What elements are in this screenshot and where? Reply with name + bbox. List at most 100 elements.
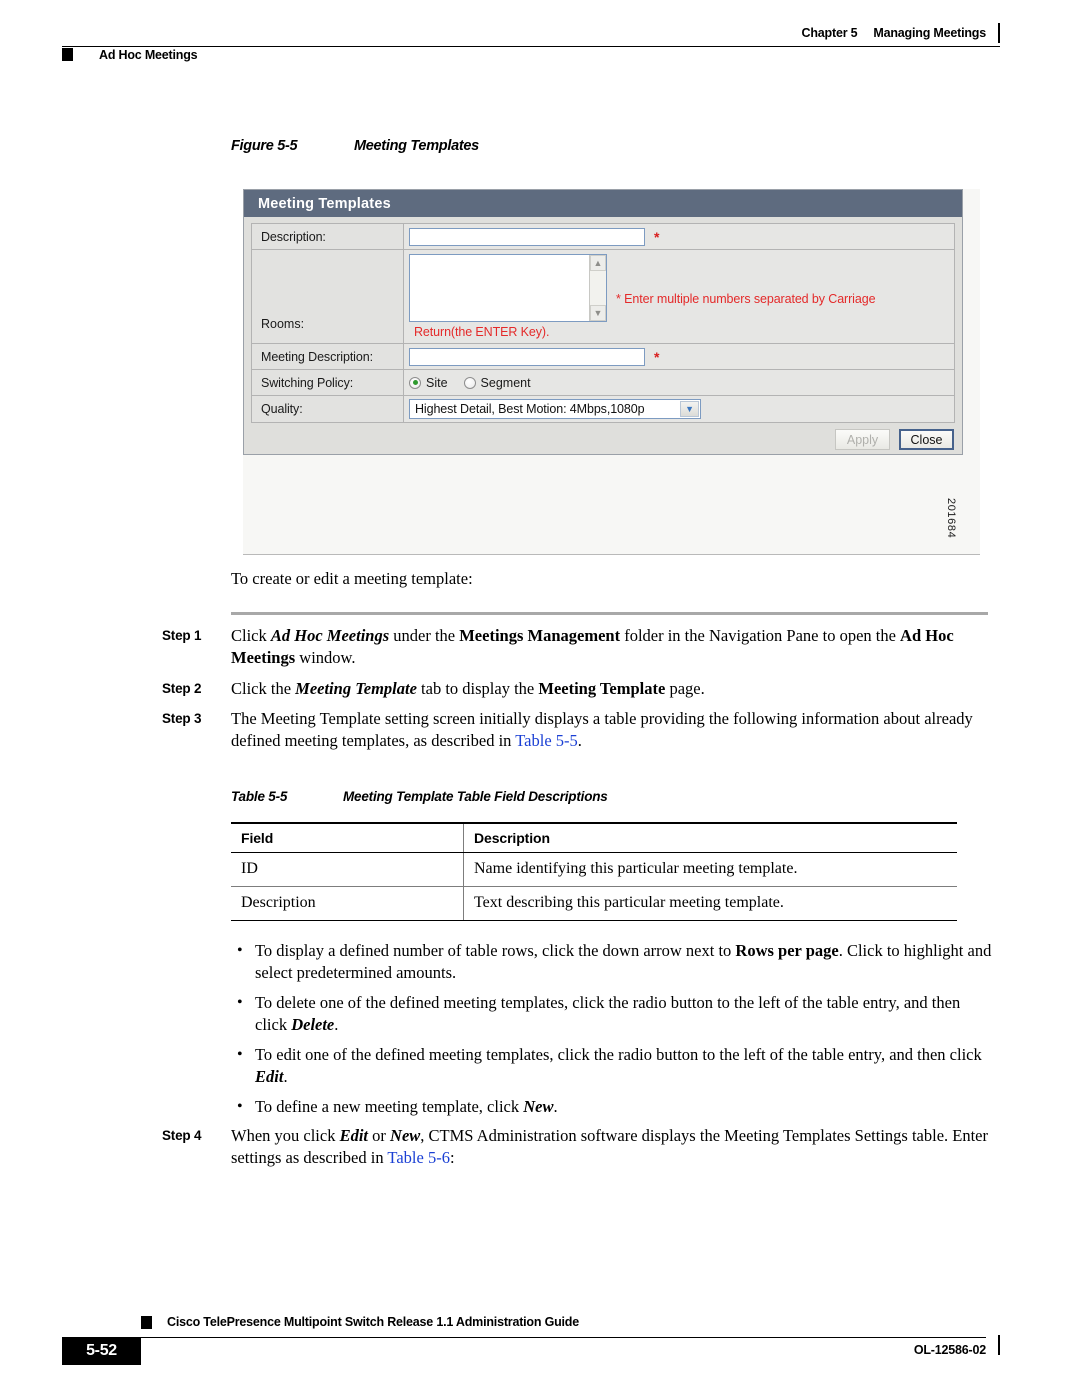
radio-option-segment[interactable]: Segment <box>463 376 531 390</box>
bullet-marker: • <box>237 1098 243 1115</box>
quality-label: Quality: <box>252 396 404 422</box>
footer-document-number: OL-12586-02 <box>913 1343 986 1357</box>
header-section-label: Ad Hoc Meetings <box>99 48 198 62</box>
figure-caption-title: Meeting Templates <box>354 138 479 154</box>
form-row-switching-policy: Switching Policy: Site Segment <box>252 370 954 396</box>
rooms-field-cell: ▲ ▼ * Enter multiple numbers separated b… <box>404 250 954 343</box>
step-3: Step 3 The Meeting Template setting scre… <box>162 708 992 753</box>
header-chapter-info: Chapter 5 Managing Meetings <box>802 26 987 40</box>
switching-policy-field-cell: Site Segment <box>404 370 954 395</box>
step-3-number: Step 3 <box>162 711 202 726</box>
table-row: Description Text describing this particu… <box>231 886 957 921</box>
list-item: • To edit one of the defined meeting tem… <box>231 1044 995 1089</box>
meeting-description-input[interactable] <box>409 347 645 366</box>
table-caption: Table 5-5 Meeting Template Table Field De… <box>231 789 608 804</box>
bullet-4-text: To define a new meeting template, click … <box>255 1097 558 1116</box>
header-rule <box>62 46 1000 47</box>
description-field-cell: * <box>404 224 954 249</box>
table-header-field: Field <box>231 822 464 853</box>
description-input[interactable] <box>409 227 645 246</box>
meeting-description-label: Meeting Description: <box>252 344 404 369</box>
header-edge-tick <box>998 23 1000 43</box>
table-row: ID Name identifying this particular meet… <box>231 852 957 887</box>
scroll-down-icon[interactable]: ▼ <box>590 305 606 321</box>
window-titlebar: Meeting Templates <box>244 190 962 217</box>
header-chapter-title: Managing Meetings <box>873 26 986 40</box>
footer-guide-title: Cisco TelePresence Multipoint Switch Rel… <box>167 1315 579 1329</box>
meeting-description-required-marker: * <box>654 348 660 365</box>
form-row-meeting-description: Meeting Description: * <box>252 344 954 370</box>
rooms-textarea-text <box>410 255 589 321</box>
bullet-marker: • <box>237 1046 243 1063</box>
list-item: • To delete one of the defined meeting t… <box>231 992 995 1037</box>
figure-image: Meeting Templates Description: * Rooms: <box>243 189 980 554</box>
radio-site-icon[interactable] <box>409 376 421 389</box>
step-2-text: Click the Meeting Template tab to displa… <box>231 679 705 698</box>
page-header: Chapter 5 Managing Meetings Ad Hoc Meetin… <box>62 23 1000 78</box>
field-descriptions-table: Field Description ID Name identifying th… <box>231 822 957 921</box>
footer-rule <box>62 1337 986 1338</box>
list-item: • To display a defined number of table r… <box>231 940 995 985</box>
quality-select[interactable]: Highest Detail, Best Motion: 4Mbps,1080p… <box>409 399 701 419</box>
table-cell-field: Description <box>231 886 464 921</box>
step-4: Step 4 When you click Edit or New, CTMS … <box>162 1125 992 1170</box>
bullet-marker: • <box>237 994 243 1011</box>
table-header-row: Field Description <box>231 822 957 853</box>
radio-site-label: Site <box>426 375 448 390</box>
rooms-scrollbar[interactable]: ▲ ▼ <box>589 255 606 321</box>
radio-option-site[interactable]: Site <box>409 376 448 390</box>
step-4-number: Step 4 <box>162 1128 202 1143</box>
intro-paragraph: To create or edit a meeting template: <box>231 569 473 588</box>
list-item: • To define a new meeting template, clic… <box>231 1096 995 1118</box>
bullet-2-text: To delete one of the defined meeting tem… <box>255 993 961 1035</box>
figure-caption: Figure 5-5 Meeting Templates <box>231 138 479 154</box>
window-button-bar: Apply Close <box>835 429 954 450</box>
figure-id-number: 201684 <box>945 498 957 539</box>
radio-segment-icon[interactable] <box>463 376 476 389</box>
table-cell-description: Text describing this particular meeting … <box>463 886 957 921</box>
footer-page-number: 5-52 <box>62 1337 141 1365</box>
rooms-textarea[interactable]: ▲ ▼ <box>409 254 607 322</box>
apply-button[interactable]: Apply <box>835 429 890 450</box>
step-1-number: Step 1 <box>162 628 202 643</box>
meeting-template-form: Description: * Rooms: ▲ ▼ * Enter multip… <box>251 223 955 423</box>
switching-policy-label: Switching Policy: <box>252 370 404 395</box>
bullet-marker: • <box>237 942 243 959</box>
rooms-hint-line2: Return(the ENTER Key). <box>414 325 550 339</box>
figure-bottom-rule <box>243 554 980 555</box>
form-row-description: Description: * <box>252 224 954 250</box>
window-body: Description: * Rooms: ▲ ▼ * Enter multip… <box>244 217 962 456</box>
close-button[interactable]: Close <box>899 429 954 450</box>
window-title: Meeting Templates <box>258 195 391 212</box>
quality-field-cell: Highest Detail, Best Motion: 4Mbps,1080p… <box>404 396 954 422</box>
footer-edge-tick <box>998 1335 1000 1355</box>
header-bullet-square-icon <box>62 48 73 61</box>
chevron-down-icon[interactable]: ▼ <box>680 401 699 417</box>
form-row-rooms: Rooms: ▲ ▼ * Enter multiple numbers sepa… <box>252 250 954 344</box>
scroll-up-icon[interactable]: ▲ <box>590 255 606 271</box>
meeting-description-field-cell: * <box>404 344 954 369</box>
meeting-templates-window: Meeting Templates Description: * Rooms: <box>243 189 963 455</box>
table-header-description: Description <box>463 822 957 853</box>
step-1-text: Click Ad Hoc Meetings under the Meetings… <box>231 626 954 668</box>
rooms-hint-line1: * Enter multiple numbers separated by Ca… <box>616 292 876 306</box>
rooms-label: Rooms: <box>252 250 404 343</box>
bullet-3-text: To edit one of the defined meeting templ… <box>255 1045 982 1087</box>
description-label: Description: <box>252 224 404 249</box>
figure-caption-number: Figure 5-5 <box>231 138 298 154</box>
table-cell-description: Name identifying this particular meeting… <box>463 852 957 887</box>
table-caption-title: Meeting Template Table Field Description… <box>343 789 608 804</box>
description-required-marker: * <box>654 228 660 245</box>
table-cell-field: ID <box>231 852 464 887</box>
step-3-text: The Meeting Template setting screen init… <box>231 709 973 751</box>
form-row-quality: Quality: Highest Detail, Best Motion: 4M… <box>252 396 954 423</box>
quality-select-value: Highest Detail, Best Motion: 4Mbps,1080p <box>415 402 645 416</box>
step-4-text: When you click Edit or New, CTMS Adminis… <box>231 1126 988 1168</box>
table-caption-number: Table 5-5 <box>231 789 288 804</box>
footer-bullet-square-icon <box>141 1316 152 1329</box>
step-2: Step 2 Click the Meeting Template tab to… <box>162 678 992 700</box>
bullet-1-text: To display a defined number of table row… <box>255 941 992 983</box>
step-1: Step 1 Click Ad Hoc Meetings under the M… <box>162 625 992 670</box>
steps-divider-rule <box>231 612 988 615</box>
step-2-number: Step 2 <box>162 681 202 696</box>
